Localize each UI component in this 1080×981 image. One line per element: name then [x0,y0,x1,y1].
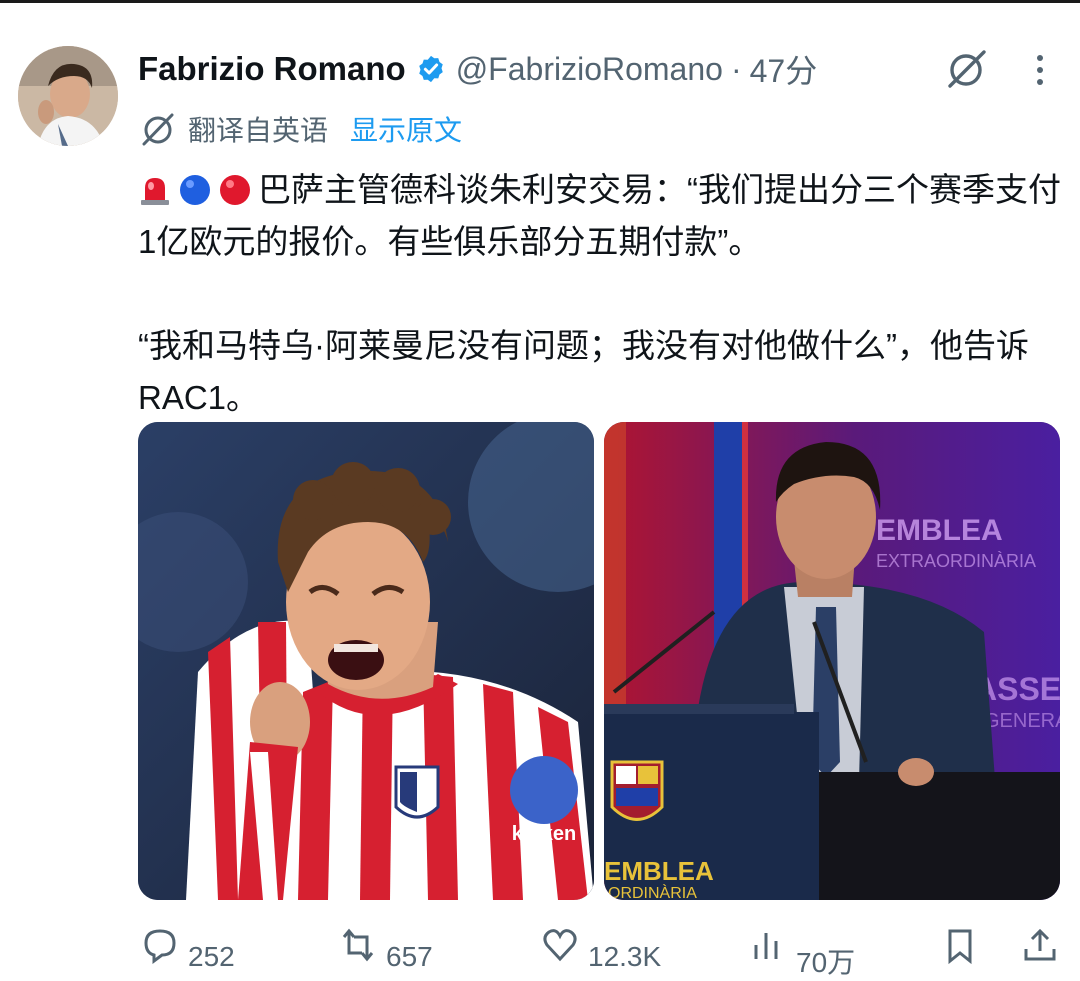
top-divider [0,0,1080,3]
tweet-image-speaker[interactable]: EMBLEA EXTRAORDINÀRIA ASSE GENERA EMBLEA… [604,422,1060,900]
tweet-paragraph-1: 巴萨主管德科谈朱利安交易：“我们提出分三个赛季支付1亿欧元的报价。有些俱乐部分五… [138,164,1063,268]
tweet-image-player[interactable]: kraken [138,422,594,900]
blue-circle-emoji-icon [180,175,210,205]
podium-sub-text: ORDINÀRIA [608,883,697,900]
like-count: 12.3K [588,941,662,972]
bookmark-icon [948,929,972,965]
author-name[interactable]: Fabrizio Romano [138,50,406,88]
more-options-icon[interactable] [1026,52,1054,88]
reply-action[interactable]: 252 [140,925,235,973]
like-action[interactable]: 12.3K [540,925,661,973]
bookmark-action[interactable] [940,925,980,965]
tweet-text: 巴萨主管德科谈朱利安交易：“我们提出分三个赛季支付1亿欧元的报价。有些俱乐部分五… [138,164,1063,424]
repost-count: 657 [386,941,433,972]
tweet-header: Fabrizio Romano @FabrizioRomano · 47分 [138,46,817,92]
separator-dot: · [730,50,742,87]
verified-badge-icon [418,55,443,83]
reply-count: 252 [188,941,235,972]
background-text-top: EMBLEA [876,514,1003,547]
show-original-link[interactable]: 显示原文 [350,109,462,149]
grok-icon[interactable] [944,46,990,92]
background-text-sub: EXTRAORDINÀRIA [876,551,1036,571]
translation-row: 翻译自英语 显示原文 [138,106,462,152]
tweet-paragraph-2: “我和马特乌·阿莱曼尼没有问题；我没有对他做什么”，他告诉RAC1。 [138,327,1029,416]
podium-text: EMBLEA [604,856,714,886]
author-handle[interactable]: @FabrizioRomano [456,51,723,88]
share-action[interactable] [1020,925,1060,965]
background-text-side-sub: GENERA [984,710,1060,732]
grok-translate-icon [142,113,174,146]
views-action[interactable]: 70万 [748,925,855,981]
red-circle-emoji-icon [220,175,250,205]
repost-icon [342,928,374,962]
tweet-time[interactable]: 47分 [750,46,818,92]
views-chart-icon [754,933,778,959]
share-icon [1024,928,1056,961]
tweet-paragraph-1-text: 巴萨主管德科谈朱利安交易：“我们提出分三个赛季支付1亿欧元的报价。有些俱乐部分五… [138,171,1061,260]
repost-action[interactable]: 657 [338,925,433,973]
sponsor-text: kraken [512,823,577,845]
reply-icon [144,929,176,964]
siren-emoji-icon [141,178,169,205]
heart-icon [543,929,577,962]
tweet-actions: 252 657 12.3K 70万 [0,925,1080,978]
views-count: 70万 [796,947,856,978]
author-avatar[interactable] [18,46,118,146]
translated-from-label: 翻译自英语 [188,115,329,146]
